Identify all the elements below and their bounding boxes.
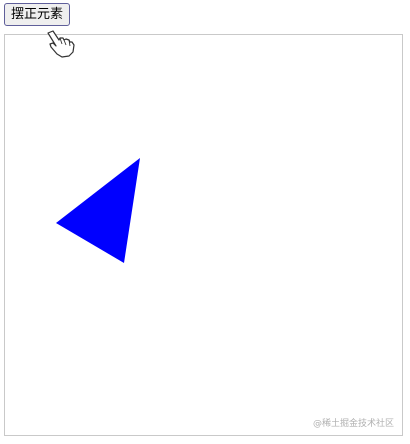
page: 摆正元素 @稀土掘金技术社区 bbox=[0, 0, 410, 444]
watermark-text: @稀土掘金技术社区 bbox=[312, 419, 394, 429]
straighten-element-button[interactable]: 摆正元素 bbox=[4, 3, 71, 26]
blue-triangle[interactable] bbox=[56, 158, 140, 263]
canvas-surface bbox=[56, 158, 140, 263]
drawing-canvas[interactable]: @稀土掘金技术社区 bbox=[4, 34, 403, 436]
